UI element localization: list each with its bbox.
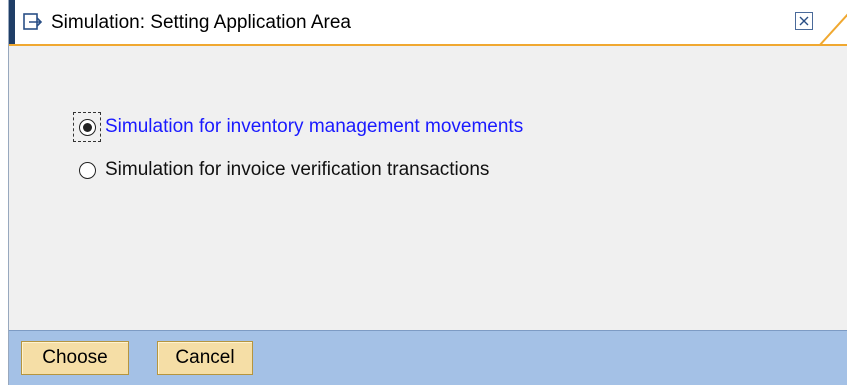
choose-button[interactable]: Choose (21, 341, 129, 375)
radio-button-inventory[interactable] (78, 118, 96, 136)
title-accent-bar (9, 0, 15, 44)
radio-label-inventory[interactable]: Simulation for inventory management move… (105, 116, 523, 138)
radio-selected-dot (82, 122, 92, 132)
dialog-window: Simulation: Setting Application Area Sim… (8, 0, 847, 385)
radio-frame (73, 155, 101, 185)
radio-option-invoice[interactable]: Simulation for invoice verification tran… (73, 155, 489, 185)
radio-label-invoice[interactable]: Simulation for invoice verification tran… (105, 159, 489, 181)
title-corner-decoration (818, 0, 847, 47)
title-bar: Simulation: Setting Application Area (9, 0, 847, 47)
close-icon[interactable] (795, 12, 813, 30)
dialog-icon (23, 13, 43, 31)
dialog-title: Simulation: Setting Application Area (51, 12, 351, 33)
radio-button-invoice[interactable] (78, 161, 96, 179)
radio-option-inventory[interactable]: Simulation for inventory management move… (73, 112, 523, 142)
cancel-button[interactable]: Cancel (157, 341, 253, 375)
radio-focus-frame (73, 112, 101, 142)
page: Simulation: Setting Application Area Sim… (0, 0, 847, 385)
button-bar: Choose Cancel (9, 330, 847, 385)
